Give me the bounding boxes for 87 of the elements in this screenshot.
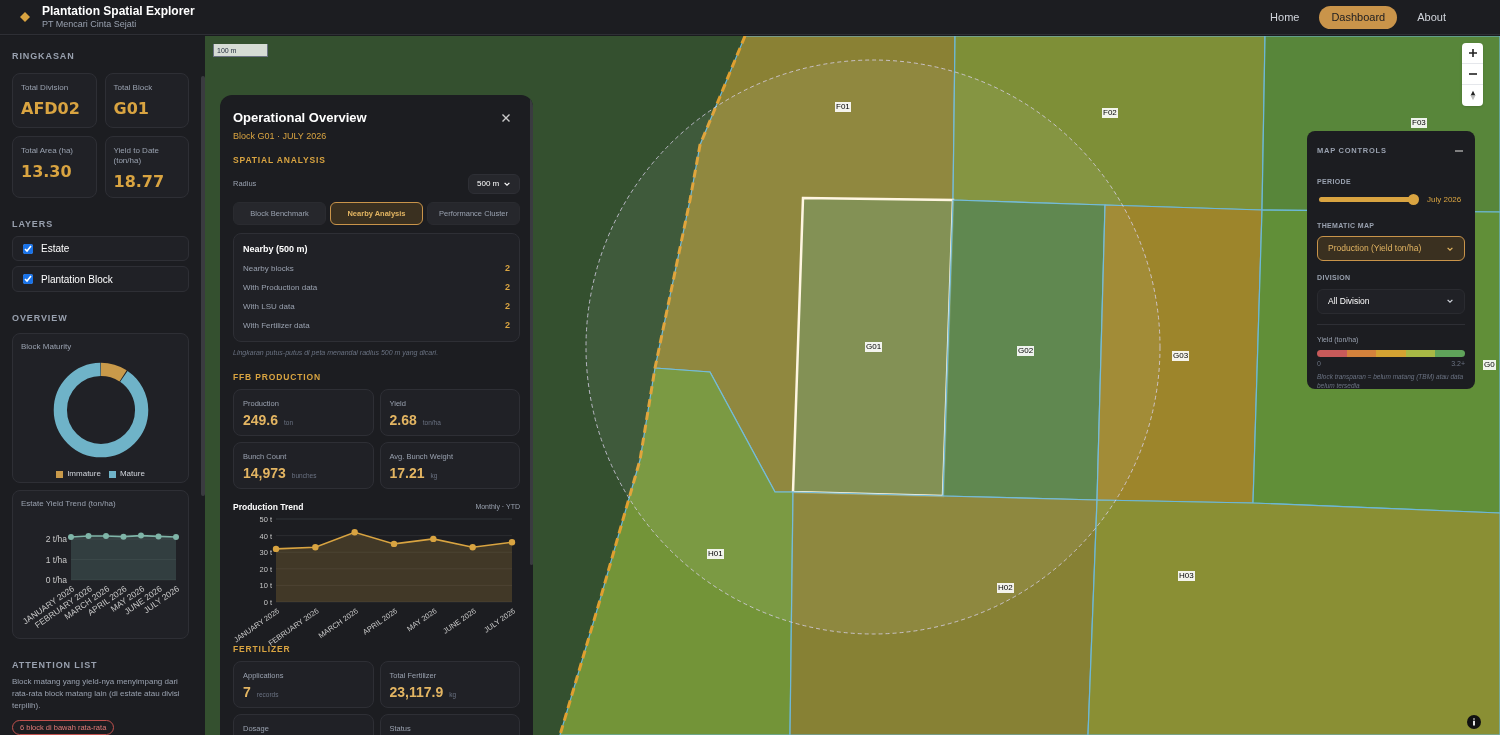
app-subtitle: PT Mencari Cinta Sejati	[42, 18, 138, 31]
thematic-select[interactable]: Production (Yield ton/ha)	[1317, 236, 1465, 262]
section-title: FFB PRODUCTION	[233, 370, 322, 384]
zoom-in-icon	[1467, 48, 1478, 58]
axis-tick-label: 0 t/ha	[45, 574, 67, 585]
stat-label: Total Area (ha)	[21, 145, 75, 156]
data-point	[68, 533, 74, 540]
data-point	[272, 545, 280, 553]
info-icon[interactable]	[1467, 715, 1481, 729]
scrollbar[interactable]	[201, 76, 205, 496]
data-point	[103, 532, 109, 539]
chart-title: Estate Yield Trend (ton/ha)	[21, 497, 117, 510]
block-label: G0	[1483, 360, 1496, 370]
row-value: 2	[505, 262, 510, 275]
block-label: H03	[1178, 571, 1195, 581]
row-label: With Fertilizer data	[243, 319, 310, 332]
stat-label: Total Division	[21, 82, 70, 93]
row-value: 2	[505, 319, 510, 332]
data-point	[173, 533, 179, 540]
diamond-icon	[20, 12, 30, 22]
data-point	[138, 532, 144, 539]
data-point	[351, 529, 358, 536]
stat-value: AFD02	[21, 97, 81, 120]
slider-value: July 2026	[1427, 193, 1462, 206]
section-title: LAYERS	[12, 217, 55, 231]
legend-label: Immature	[67, 468, 101, 481]
section-title: OVERVIEW	[12, 311, 69, 325]
nav-link[interactable]: Home	[1258, 5, 1312, 29]
data-point	[390, 540, 398, 548]
stat-value: 17.21	[389, 463, 425, 483]
data-point	[312, 544, 319, 551]
block-label: H01	[707, 549, 724, 559]
nav-link[interactable]: Dashboard	[1319, 5, 1398, 29]
stat-label: Yield to Date (ton/ha)	[113, 145, 160, 166]
radius-select[interactable]: 500 m	[468, 173, 520, 194]
chart-title: Production Trend	[233, 500, 304, 514]
data-point	[85, 532, 92, 539]
block-label: G03	[1172, 351, 1190, 361]
stat-value: G01	[113, 97, 150, 120]
legend-label: Mature	[119, 468, 145, 481]
period-slider[interactable]	[1319, 194, 1419, 206]
section-title: RINGKASAN	[12, 50, 76, 63]
data-point	[430, 535, 437, 543]
row-label: With LSU data	[243, 300, 295, 313]
stat-value: 249.6	[243, 410, 279, 430]
axis-tick-label: 1 t/ha	[45, 554, 67, 565]
axis-tick-label: 2 t/ha	[45, 533, 67, 544]
section-title: ATTENTION LIST	[12, 658, 99, 672]
layer-label: Estate	[41, 242, 70, 257]
layer-checkbox[interactable]	[23, 243, 33, 254]
row-value: 2	[505, 300, 510, 313]
compass-icon	[1468, 90, 1477, 101]
data-point	[508, 539, 516, 546]
row-label: With Production data	[243, 281, 318, 294]
section-title: SPATIAL ANALYSIS	[233, 154, 327, 167]
row-value: 2	[505, 281, 510, 294]
stat-value: 13.30	[21, 160, 73, 183]
block-label: G01	[865, 342, 883, 352]
close-icon	[501, 113, 511, 123]
block-label: F01	[835, 102, 851, 112]
data-point	[469, 544, 476, 551]
minus-icon	[1455, 149, 1463, 152]
division-select[interactable]: All Division	[1317, 288, 1465, 314]
block-label: G02	[1017, 346, 1035, 356]
stat-value: 14,973	[243, 463, 286, 483]
card-title: Nearby (500 m)	[243, 242, 309, 256]
stat-value: 2.68	[389, 410, 417, 430]
block-label: F03	[1411, 118, 1427, 128]
panel-title: Operational Overview	[233, 109, 367, 127]
panel-subtitle: Block G01 · JULY 2026	[233, 129, 328, 143]
stat-label: Total Block	[113, 82, 154, 93]
chevron-down-icon	[1446, 297, 1454, 306]
layer-label: Plantation Block	[41, 272, 113, 287]
stat-value: 18.77	[113, 170, 166, 193]
attention-description: Block matang yang yield-nya menyimpang dari rata-rata block matang lain (di estate atau divisi terpilih).	[12, 676, 181, 713]
app-title: Plantation Spatial Explorer	[42, 3, 195, 19]
close-button[interactable]	[501, 112, 513, 124]
layer-checkbox[interactable]	[23, 274, 33, 285]
block-label: F02	[1102, 108, 1118, 118]
row-label: Nearby blocks	[243, 262, 294, 275]
block-label: H02	[997, 583, 1014, 593]
stat-value: 23,117.9	[389, 683, 444, 703]
data-point	[120, 533, 127, 540]
nav-link[interactable]: About	[1405, 5, 1458, 29]
chart-title: Block Maturity	[21, 341, 72, 354]
stat-value: 7	[243, 683, 251, 703]
data-point	[155, 532, 162, 539]
